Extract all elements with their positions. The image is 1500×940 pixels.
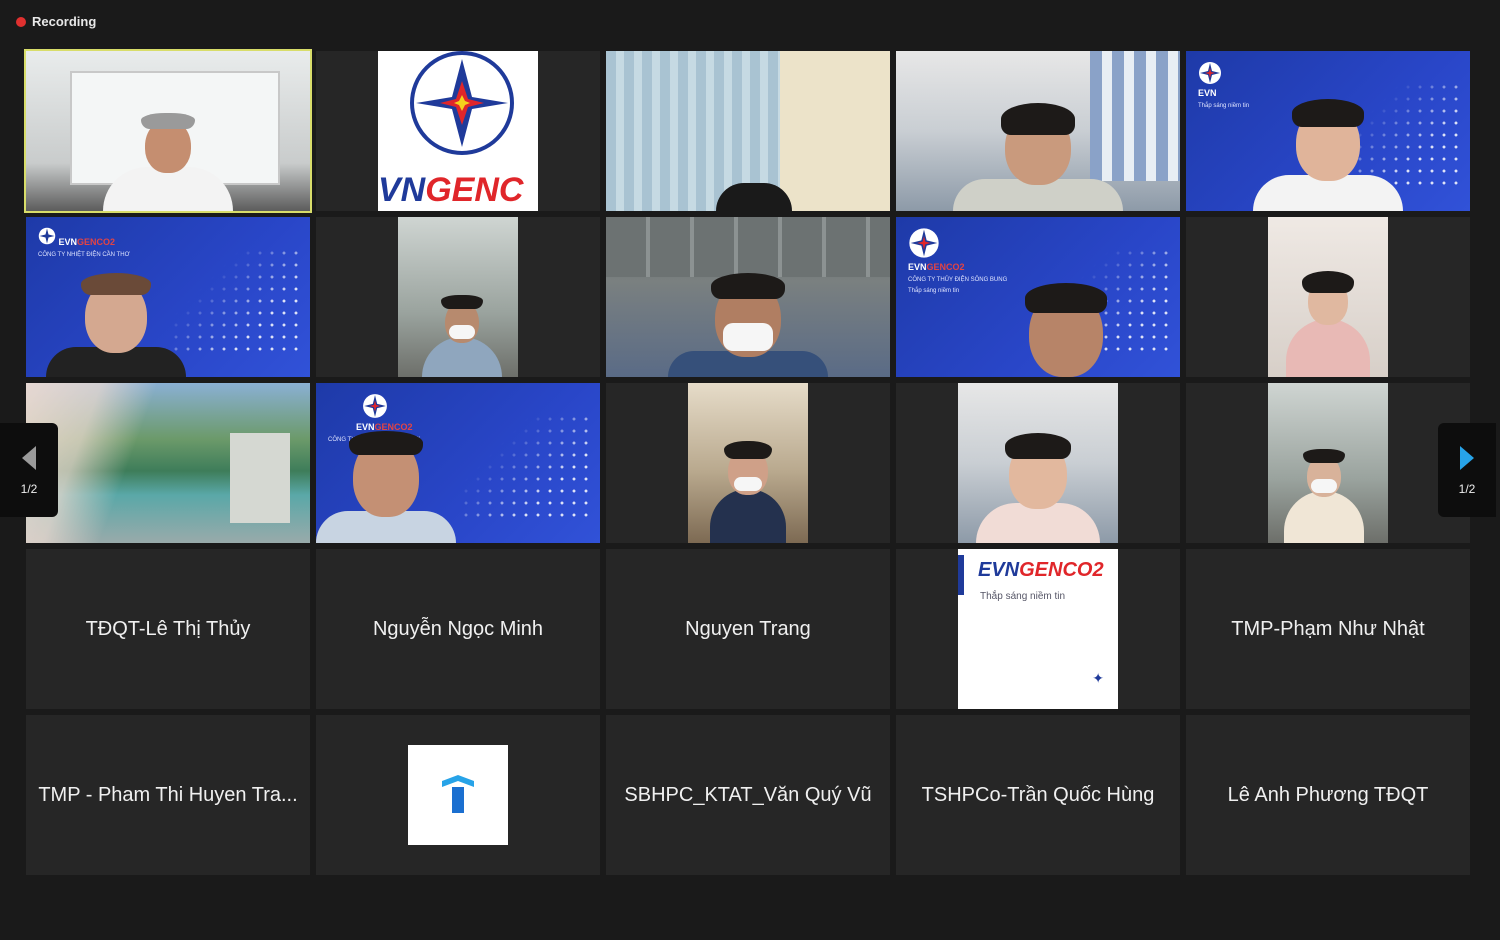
t-logo-icon <box>442 775 474 813</box>
participant-video <box>398 217 518 377</box>
participant-avatar: EVNGENCO2 Thắp sáng niềm tin ✦ <box>958 549 1118 709</box>
video-tile[interactable]: VNGENC <box>316 51 600 211</box>
previous-page-button[interactable]: 1/2 <box>0 423 58 517</box>
chevron-left-icon <box>22 446 36 470</box>
recording-indicator: Recording <box>16 14 96 29</box>
participant-video: EVNGENCO2 CÔNG TY THỦY ĐIỆN SÔNG BUNG Th… <box>896 217 1180 377</box>
logo-text-red: GENC <box>425 171 524 209</box>
brand-sub2: Thắp sáng niềm tin <box>908 287 960 294</box>
genco-blue: EVN <box>978 559 1020 581</box>
next-page-button[interactable]: 1/2 <box>1438 423 1496 517</box>
brand-accent: GENCO2 <box>926 261 965 272</box>
genco-sub: Thắp sáng niềm tin <box>980 591 1066 602</box>
participant-video: EVNGENCO2 CÔNG TY NHIỆT ĐIỆN CẦN THƠ <box>26 217 310 377</box>
participant-tile[interactable]: EVNGENCO2 Thắp sáng niềm tin ✦ <box>896 549 1180 709</box>
evn-logo-icon <box>38 227 56 245</box>
participant-avatar <box>408 745 508 845</box>
video-tile[interactable] <box>606 51 890 211</box>
participant-video <box>1268 383 1388 543</box>
evn-logo-icon <box>410 51 514 155</box>
participant-name: SBHPC_KTAT_Văn Quý Vũ <box>624 783 872 806</box>
participant-video <box>26 383 310 543</box>
participant-name: Lê Anh Phương TĐQT <box>1227 783 1429 806</box>
brand-sub: Thắp sáng niềm tin <box>1198 102 1250 109</box>
participant-name: TSHPCo-Trần Quốc Hùng <box>921 783 1155 806</box>
page-indicator-right: 1/2 <box>1458 482 1476 496</box>
logo-text-blue: VN <box>378 171 426 209</box>
genco-logo: EVNGENCO2 <box>978 559 1104 582</box>
video-tile[interactable]: EVN Thắp sáng niềm tin <box>1186 51 1470 211</box>
chevron-right-icon <box>1460 446 1474 470</box>
star-icon: ✦ <box>1092 670 1104 686</box>
participant-name: TMP - Pham Thi Huyen Tra... <box>38 783 298 806</box>
evn-logo-icon <box>909 228 939 258</box>
participant-name: TMP-Phạm Như Nhật <box>1231 617 1425 640</box>
video-tile[interactable]: EVNGENCO2 CÔNG TY THỦY ĐIỆN SÔNG BUNG Th… <box>896 217 1180 377</box>
participant-tile[interactable]: TMP - Pham Thi Huyen Tra... <box>26 715 310 875</box>
participant-video <box>896 51 1180 211</box>
brand-text: EVN <box>1198 87 1217 98</box>
participant-tile[interactable]: SBHPC_KTAT_Văn Quý Vũ <box>606 715 890 875</box>
participant-tile[interactable]: Nguyễn Ngọc Minh <box>316 549 600 709</box>
participant-tile[interactable]: TMP-Phạm Như Nhật <box>1186 549 1470 709</box>
video-tile[interactable] <box>1186 383 1470 543</box>
participant-tile[interactable]: TSHPCo-Trần Quốc Hùng <box>896 715 1180 875</box>
brand-text: EVN <box>58 237 78 247</box>
video-tile[interactable] <box>26 383 310 543</box>
participant-video <box>26 51 310 211</box>
evn-brand: EVNGENCO2 CÔNG TY THỦY ĐIỆN SÔNG BUNG Th… <box>908 227 1007 295</box>
participant-tile[interactable] <box>316 715 600 875</box>
evn-logo-icon <box>1199 62 1221 84</box>
video-tile[interactable] <box>896 51 1180 211</box>
recording-dot-icon <box>16 16 26 27</box>
brand-text: EVN <box>908 261 927 272</box>
participant-video <box>688 383 808 543</box>
video-tile[interactable] <box>896 383 1180 543</box>
participant-video <box>958 383 1118 543</box>
evn-brand: EVN Thắp sáng niềm tin <box>1198 61 1249 110</box>
video-tile[interactable] <box>606 383 890 543</box>
participant-video <box>606 51 890 211</box>
evn-brand: EVNGENCO2 CÔNG TY NHIỆT ĐIỆN CẦN THƠ <box>38 227 130 259</box>
participant-tile[interactable]: TĐQT-Lê Thị Thủy <box>26 549 310 709</box>
participant-name: Nguyễn Ngọc Minh <box>372 617 544 640</box>
video-tile[interactable] <box>24 49 312 213</box>
video-tile[interactable]: EVNGENCO2 CÔNG TY NHIỆT ĐIỆN CẦN THƠ <box>26 217 310 377</box>
genco-red: GENCO2 <box>1019 559 1104 581</box>
participant-video <box>1268 217 1388 377</box>
participant-tile[interactable]: Nguyen Trang <box>606 549 890 709</box>
brand-text: EVN <box>356 421 375 432</box>
participant-video <box>606 217 890 377</box>
brand-sub: CÔNG TY NHIỆT ĐIỆN CẦN THƠ <box>38 251 130 258</box>
participant-name: TĐQT-Lê Thị Thủy <box>85 617 251 640</box>
video-tile[interactable]: EVNGENCO2 CÔNG TY NHIỆT ĐIỆN CẦN THƠ <box>316 383 600 543</box>
participant-video: VNGENC <box>378 51 538 211</box>
brand-sub: CÔNG TY THỦY ĐIỆN SÔNG BUNG <box>908 276 1008 283</box>
evn-logo-icon <box>363 394 387 418</box>
participant-name: Nguyen Trang <box>685 617 811 640</box>
video-tile[interactable] <box>1186 217 1470 377</box>
participant-video: EVN Thắp sáng niềm tin <box>1186 51 1470 211</box>
brand-accent: GENCO2 <box>77 237 116 247</box>
participant-video: EVNGENCO2 CÔNG TY NHIỆT ĐIỆN CẦN THƠ <box>316 383 600 543</box>
participant-tile[interactable]: Lê Anh Phương TĐQT <box>1186 715 1470 875</box>
recording-label: Recording <box>32 14 97 29</box>
video-tile[interactable] <box>316 217 600 377</box>
page-indicator-left: 1/2 <box>20 482 38 496</box>
video-tile[interactable] <box>606 217 890 377</box>
